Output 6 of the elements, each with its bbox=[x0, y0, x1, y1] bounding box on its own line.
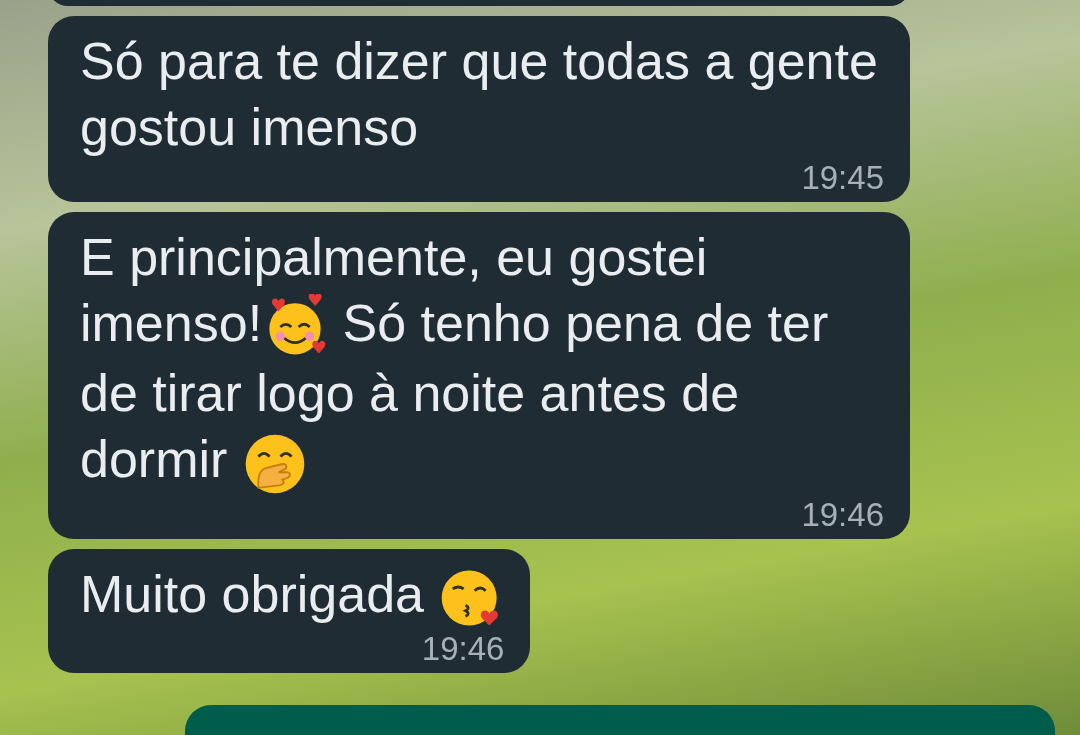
message-time: 19:46 bbox=[421, 630, 505, 667]
message-text: E principalmente, eu gostei imenso! Só tenho pena de ter de tirar logo à noite antes de dormir bbox=[80, 224, 884, 497]
message-time: 19:45 bbox=[801, 160, 884, 196]
message-time: 19:46 bbox=[801, 496, 884, 533]
message-text: Só para te dizer que todas a gente gostou imenso bbox=[80, 31, 879, 158]
message-text: Muito obrigada bbox=[80, 560, 505, 631]
